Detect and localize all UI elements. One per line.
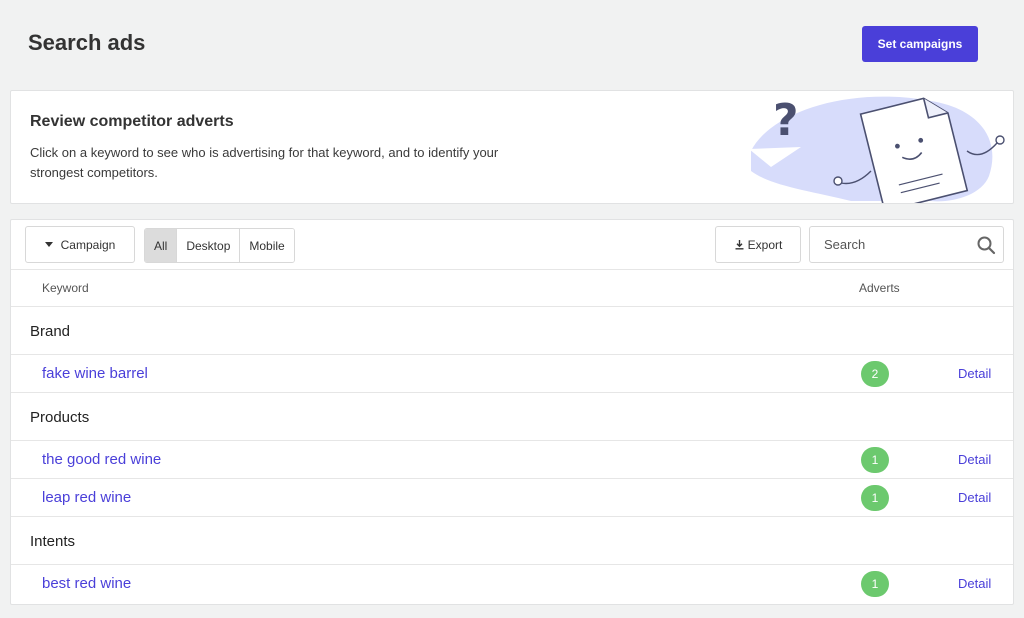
table-toolbar: Campaign All Desktop Mobile Export bbox=[11, 220, 1013, 270]
filter-desktop[interactable]: Desktop bbox=[177, 229, 241, 262]
group-label: Products bbox=[30, 409, 90, 426]
svg-text:?: ? bbox=[773, 95, 799, 146]
set-campaigns-button[interactable]: Set campaigns bbox=[862, 26, 978, 62]
table-header: Keyword Adverts bbox=[11, 270, 1013, 307]
table-row: fake wine barrel 2 Detail bbox=[11, 355, 1013, 393]
keyword-link[interactable]: fake wine barrel bbox=[42, 365, 148, 382]
detail-link[interactable]: Detail bbox=[958, 490, 991, 505]
keyword-link[interactable]: the good red wine bbox=[42, 451, 161, 468]
keywords-card: Campaign All Desktop Mobile Export Keywo… bbox=[10, 219, 1014, 605]
export-button[interactable]: Export bbox=[715, 226, 801, 263]
campaign-dropdown[interactable]: Campaign bbox=[25, 226, 135, 263]
group-row: Products bbox=[11, 393, 1013, 441]
table-row: best red wine 1 Detail bbox=[11, 565, 1013, 603]
info-banner: Review competitor adverts Click on a key… bbox=[10, 90, 1014, 204]
export-label: Export bbox=[747, 237, 783, 252]
column-keyword: Keyword bbox=[42, 281, 89, 295]
detail-link[interactable]: Detail bbox=[958, 366, 991, 381]
campaign-dropdown-label: Campaign bbox=[60, 237, 116, 252]
group-row: Intents bbox=[11, 517, 1013, 565]
group-row: Brand bbox=[11, 307, 1013, 355]
filter-mobile[interactable]: Mobile bbox=[240, 229, 294, 262]
keyword-link[interactable]: leap red wine bbox=[42, 489, 131, 506]
download-icon bbox=[735, 240, 744, 250]
detail-link[interactable]: Detail bbox=[958, 452, 991, 467]
search-input[interactable] bbox=[810, 227, 970, 262]
device-filter: All Desktop Mobile bbox=[144, 228, 295, 263]
banner-text: Click on a keyword to see who is adverti… bbox=[30, 145, 499, 180]
detail-link[interactable]: Detail bbox=[958, 576, 991, 591]
table-row: leap red wine 1 Detail bbox=[11, 479, 1013, 517]
column-adverts: Adverts bbox=[859, 281, 900, 295]
filter-all[interactable]: All bbox=[145, 229, 178, 262]
caret-down-icon bbox=[44, 242, 53, 247]
table-row: the good red wine 1 Detail bbox=[11, 441, 1013, 479]
group-label: Brand bbox=[30, 323, 71, 340]
adverts-count-badge: 1 bbox=[861, 485, 889, 511]
keyword-link[interactable]: best red wine bbox=[42, 575, 131, 592]
page-title: Search ads bbox=[28, 30, 146, 55]
adverts-count-badge: 1 bbox=[861, 571, 889, 597]
banner-title: Review competitor adverts bbox=[30, 113, 234, 130]
group-label: Intents bbox=[30, 533, 76, 550]
adverts-count-badge: 2 bbox=[861, 361, 889, 387]
document-mascot-illustration: ? bbox=[749, 95, 1005, 203]
search-box bbox=[809, 226, 1004, 263]
search-icon[interactable] bbox=[976, 235, 996, 255]
adverts-count-badge: 1 bbox=[861, 447, 889, 473]
